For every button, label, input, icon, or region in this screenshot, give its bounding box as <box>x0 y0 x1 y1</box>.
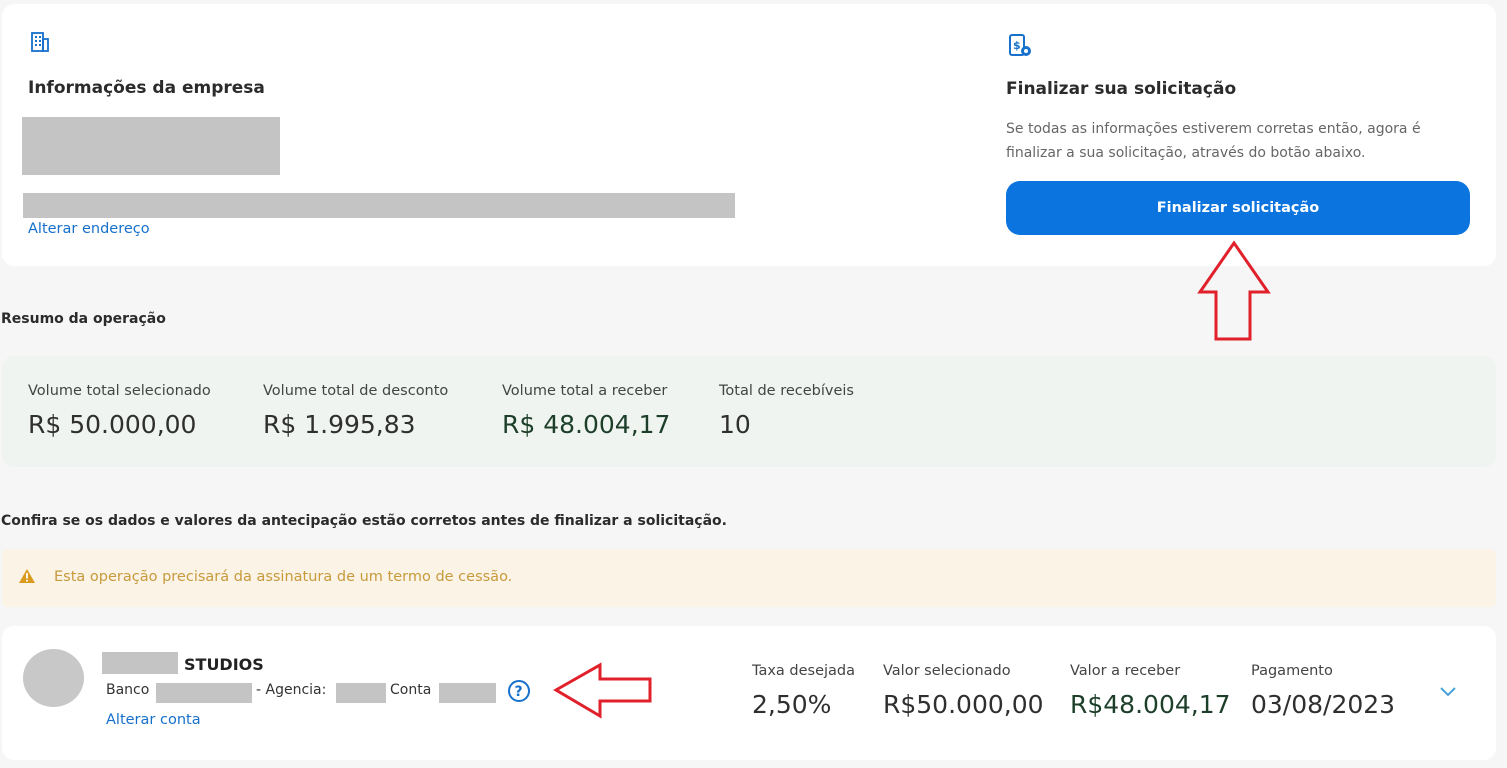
account-label: Conta <box>390 682 432 698</box>
avatar <box>23 649 84 707</box>
stat-value: 10 <box>719 410 751 439</box>
warning-banner: Esta operação precisará da assinatura de… <box>2 549 1496 607</box>
column-label: Valor selecionado <box>883 663 1011 679</box>
help-icon[interactable]: ? <box>507 679 531 703</box>
column-label: Valor a receber <box>1070 663 1181 679</box>
redacted-company-name <box>22 117 280 175</box>
stat-label: Volume total selecionado <box>28 383 211 399</box>
column-value: 2,50% <box>752 690 832 719</box>
column-label: Taxa desejada <box>752 663 856 679</box>
stat-label: Volume total a receber <box>502 383 668 399</box>
redacted-bank <box>156 683 252 703</box>
company-title: Informações da empresa <box>28 78 265 98</box>
change-account-link[interactable]: Alterar conta <box>106 712 201 728</box>
account-name: STUDIOS <box>184 655 264 674</box>
summary-title: Resumo da operação <box>1 311 166 327</box>
svg-text:?: ? <box>515 684 523 700</box>
stat-value: R$ 50.000,00 <box>28 410 197 439</box>
annotation-arrow-left <box>553 662 652 719</box>
stat-value: R$ 1.995,83 <box>263 410 416 439</box>
svg-text:$: $ <box>1013 39 1021 52</box>
document-money-icon: $ <box>1009 34 1031 56</box>
redacted-agency <box>336 683 386 703</box>
stat-value: R$ 48.004,17 <box>502 410 671 439</box>
stat-label: Total de recebíveis <box>719 383 854 399</box>
account-card: STUDIOS Banco - Agencia: Conta ? Alterar… <box>2 626 1496 760</box>
finalize-description-1: Se todas as informações estiverem corret… <box>1006 121 1421 137</box>
stat-label: Volume total de desconto <box>263 383 449 399</box>
building-icon <box>31 32 49 52</box>
redacted-address <box>23 193 735 218</box>
finalize-description-2: finalizar a sua solicitação, através do … <box>1006 145 1366 161</box>
agency-label: - Agencia: <box>256 682 327 698</box>
redacted-account-number <box>439 683 496 703</box>
annotation-arrow-up <box>1197 240 1271 341</box>
summary-card: Volume total selecionado R$ 50.000,00 Vo… <box>2 356 1496 467</box>
finalize-title: Finalizar sua solicitação <box>1006 79 1237 99</box>
warning-triangle-icon <box>19 569 35 583</box>
redacted-account-name <box>102 652 178 674</box>
column-label: Pagamento <box>1251 663 1333 679</box>
finalize-request-button[interactable]: Finalizar solicitação <box>1006 181 1470 235</box>
column-value: 03/08/2023 <box>1251 690 1396 719</box>
column-value: R$50.000,00 <box>883 690 1044 719</box>
change-address-link[interactable]: Alterar endereço <box>28 221 150 237</box>
confirm-text: Confira se os dados e valores da antecip… <box>1 513 727 529</box>
warning-text: Esta operação precisará da assinatura de… <box>54 569 513 585</box>
column-value: R$48.004,17 <box>1070 690 1231 719</box>
bank-label: Banco <box>106 682 150 698</box>
chevron-down-icon[interactable] <box>1438 685 1458 699</box>
